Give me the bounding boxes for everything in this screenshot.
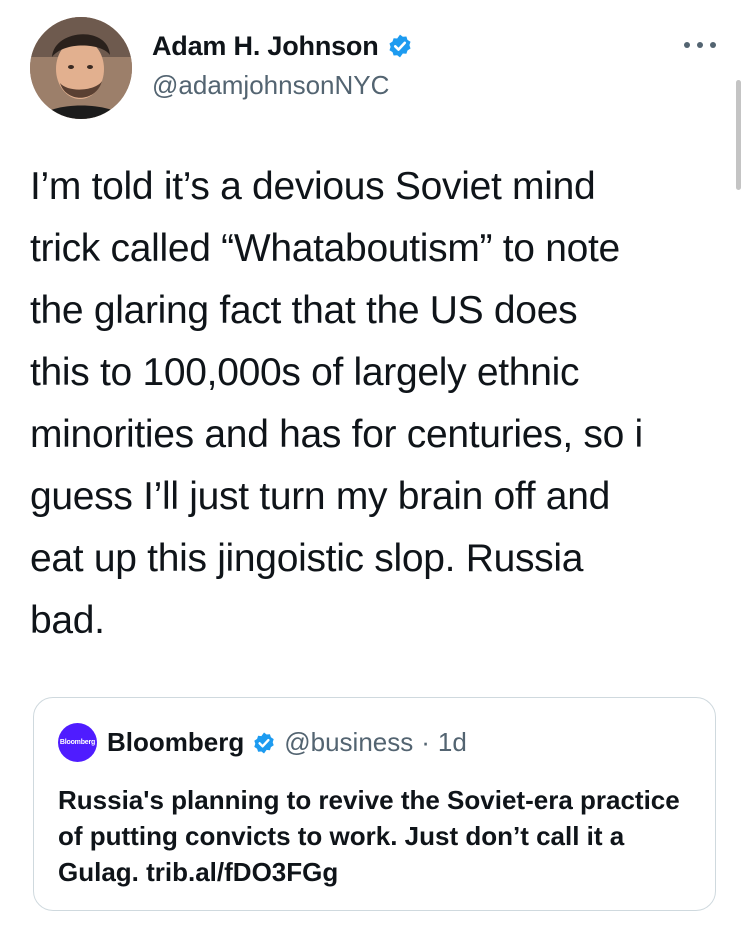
verified-badge-icon bbox=[389, 34, 411, 58]
bloomberg-avatar-logo: Bloomberg bbox=[59, 739, 96, 746]
quoted-tweet-text: Russia's planning to revive the Soviet-e… bbox=[58, 785, 680, 887]
tweet-text: I’m told it’s a devious Soviet mind tric… bbox=[30, 165, 643, 642]
author-avatar-image bbox=[30, 17, 132, 119]
author-avatar[interactable] bbox=[30, 17, 132, 119]
author-handle[interactable]: @adamjohnsonNYC bbox=[152, 70, 389, 100]
quoted-handle[interactable]: @business bbox=[284, 727, 413, 758]
quoted-separator: · bbox=[421, 727, 430, 757]
author-display-name[interactable]: Adam H. Johnson bbox=[152, 30, 379, 62]
more-horizontal-icon[interactable] bbox=[684, 38, 716, 52]
scrollbar[interactable] bbox=[736, 80, 741, 190]
quoted-display-name[interactable]: Bloomberg bbox=[107, 727, 244, 758]
quoted-tweet-header: Bloomberg Bloomberg @business · 1d bbox=[58, 723, 467, 762]
bloomberg-avatar[interactable]: Bloomberg bbox=[58, 723, 97, 762]
quoted-tweet-card[interactable]: Bloomberg Bloomberg @business · 1d Russi… bbox=[33, 697, 716, 911]
quoted-timestamp[interactable]: 1d bbox=[438, 727, 467, 758]
verified-badge-icon bbox=[254, 732, 274, 753]
author-name-row[interactable]: Adam H. Johnson bbox=[152, 30, 413, 62]
